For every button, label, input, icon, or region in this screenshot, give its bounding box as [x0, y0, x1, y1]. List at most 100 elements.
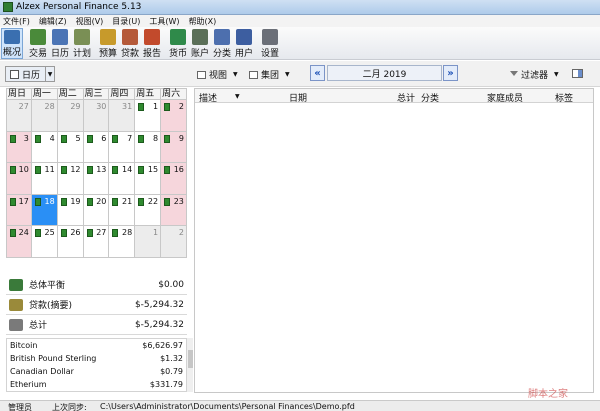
- calendar-day[interactable]: 18: [31, 194, 58, 226]
- calendar-day[interactable]: 9: [161, 131, 187, 163]
- list-header: 描述 ▼ 日期 总计 分类 家庭成员 标签: [195, 89, 593, 104]
- calendar-day[interactable]: 17: [6, 194, 32, 226]
- calendar-day[interactable]: 22: [135, 194, 162, 226]
- filter-button[interactable]: 过滤器 ▼: [510, 68, 559, 81]
- calendar-day-number: 30: [96, 102, 107, 111]
- toolbar-button[interactable]: 概况: [1, 28, 23, 59]
- prev-month-button[interactable]: «: [310, 65, 325, 81]
- status-user: 管理员: [8, 403, 32, 411]
- column-total[interactable]: 总计: [397, 91, 415, 104]
- toolbar-button[interactable]: 设置: [259, 28, 281, 59]
- calendar-day[interactable]: 2: [161, 100, 187, 132]
- toolbar-button[interactable]: 账户: [189, 28, 211, 59]
- calendar-day-number: 12: [70, 165, 81, 174]
- column-category[interactable]: 分类: [421, 91, 439, 104]
- calendar-day[interactable]: 3: [6, 131, 32, 163]
- next-month-button[interactable]: »: [443, 65, 458, 81]
- calendar-day[interactable]: 30: [83, 100, 110, 132]
- calendar-day[interactable]: 6: [83, 131, 110, 163]
- toolbar-button-label: 分类: [212, 49, 231, 59]
- calendar-week: 17 18 19 20 21 22 23: [6, 194, 187, 226]
- column-member[interactable]: 家庭成员: [487, 91, 523, 104]
- menu-item[interactable]: 文件(F): [3, 16, 30, 27]
- calendar-day[interactable]: 12: [57, 163, 84, 195]
- toolbar-button[interactable]: 日历: [49, 28, 71, 59]
- calendar-day[interactable]: 16: [161, 163, 187, 195]
- calendar-day[interactable]: 13: [83, 163, 110, 195]
- toolbar-button[interactable]: 交易: [27, 28, 49, 59]
- total-row[interactable]: 贷款(摘要) $-5,294.32: [6, 295, 187, 315]
- calendar-day[interactable]: 31: [109, 100, 136, 132]
- calendar-day[interactable]: 21: [109, 194, 136, 226]
- calendar-day[interactable]: 27: [83, 226, 110, 258]
- toolbar-button[interactable]: 报告: [141, 28, 163, 59]
- column-description[interactable]: 描述: [199, 91, 217, 104]
- calendar-day[interactable]: 24: [6, 226, 32, 258]
- currency-row[interactable]: Canadian Dollar $0.79: [7, 365, 186, 378]
- column-tag[interactable]: 标签: [555, 91, 573, 104]
- menu-item[interactable]: 工具(W): [149, 16, 179, 27]
- calendar-day[interactable]: 1: [135, 226, 162, 258]
- calendar-day[interactable]: 8: [135, 131, 162, 163]
- toolbar-button[interactable]: 分类: [211, 28, 233, 59]
- currency-row[interactable]: Etherium $331.79: [7, 378, 186, 391]
- calendar-day-number: 31: [122, 102, 133, 111]
- calendar-day[interactable]: 27: [6, 100, 32, 132]
- menu-item[interactable]: 帮助(X): [189, 16, 217, 27]
- menu-bar: 文件(F) 编辑(Z) 视图(V) 目录(U) 工具(W) 帮助(X): [0, 15, 600, 27]
- chevron-down-icon[interactable]: ▼: [45, 67, 54, 81]
- calendar-view-button[interactable]: 日历 ▼: [5, 66, 55, 82]
- report-icon: [144, 29, 160, 45]
- menu-item[interactable]: 编辑(Z): [39, 16, 67, 27]
- calendar-day[interactable]: 1: [135, 100, 162, 132]
- calendar-day[interactable]: 4: [31, 131, 58, 163]
- currency-scrollbar[interactable]: [186, 338, 193, 392]
- calendar-day[interactable]: 14: [109, 163, 136, 195]
- group-icon: [249, 70, 258, 79]
- calendar-day-number: 28: [122, 228, 133, 237]
- toolbar-button[interactable]: 预算: [97, 28, 119, 59]
- calendar-day[interactable]: 25: [31, 226, 58, 258]
- toolbar-button[interactable]: 计划: [71, 28, 93, 59]
- menu-item[interactable]: 视图(V): [76, 16, 104, 27]
- calendar-day[interactable]: 26: [57, 226, 84, 258]
- calendar-day[interactable]: 23: [161, 194, 187, 226]
- calendar-day[interactable]: 29: [57, 100, 84, 132]
- calendar-day[interactable]: 7: [109, 131, 136, 163]
- window-title: Alzex Personal Finance 5.13: [16, 2, 142, 12]
- transaction-marker-icon: [60, 229, 67, 237]
- total-row[interactable]: 总体平衡 $0.00: [6, 275, 187, 295]
- calendar-day[interactable]: 20: [83, 194, 110, 226]
- toolbar-button-label: 计划: [72, 49, 91, 59]
- users-icon: [236, 29, 252, 45]
- toolbar-button-label: 贷款: [120, 49, 139, 59]
- transaction-marker-icon: [10, 229, 16, 237]
- scrollbar-thumb[interactable]: [188, 350, 193, 368]
- total-row[interactable]: 总计 $-5,294.32: [6, 315, 187, 335]
- menu-item[interactable]: 目录(U): [112, 16, 140, 27]
- calendar-day[interactable]: 5: [57, 131, 84, 163]
- calendar-day[interactable]: 15: [135, 163, 162, 195]
- group-menu-button[interactable]: 集团 ▼: [249, 68, 290, 81]
- chevron-down-icon: ▼: [233, 71, 238, 78]
- month-selector[interactable]: 二月 2019: [327, 65, 442, 81]
- app-icon: [3, 2, 13, 12]
- currency-row[interactable]: British Pound Sterling $1.32: [7, 352, 186, 365]
- calendar-day[interactable]: 19: [57, 194, 84, 226]
- currency-row[interactable]: Bitcoin $6,626.97: [7, 339, 186, 352]
- toolbar-button-label: 交易: [28, 49, 47, 59]
- transaction-marker-icon: [10, 197, 16, 206]
- view-menu-button[interactable]: 视图 ▼: [197, 68, 238, 81]
- toolbar-button[interactable]: 用户: [233, 28, 255, 59]
- panel-toggle-icon[interactable]: [572, 69, 583, 78]
- calendar-day[interactable]: 2: [161, 226, 187, 258]
- toolbar-button[interactable]: 贷款: [119, 28, 141, 59]
- column-date[interactable]: 日期: [289, 91, 307, 104]
- toolbar-button[interactable]: 货币: [167, 28, 189, 59]
- calendar-day-number: 13: [96, 165, 107, 174]
- calendar-day[interactable]: 10: [6, 163, 32, 195]
- filter-label: 过滤器: [521, 71, 549, 81]
- calendar-day[interactable]: 11: [31, 163, 58, 195]
- calendar-day[interactable]: 28: [109, 226, 136, 258]
- calendar-day[interactable]: 28: [31, 100, 58, 132]
